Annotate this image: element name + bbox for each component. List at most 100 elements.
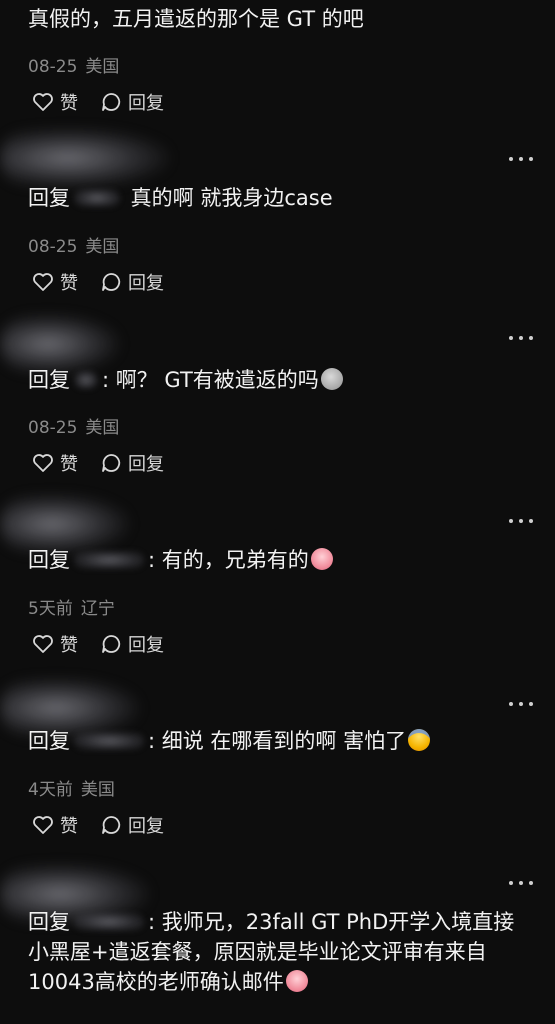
reply-label: 回复	[128, 93, 164, 114]
dot-icon	[519, 519, 523, 523]
comment-meta: 4天前 美国	[28, 775, 115, 800]
comment-6: 回复: 我师兄，23fall GT PhD开学入境直接小黑屋+遣返套餐，原因就是…	[0, 844, 555, 1024]
reply-label: 回复	[128, 454, 164, 475]
reply-button[interactable]: 回复	[100, 631, 164, 657]
like-label: 赞	[60, 454, 78, 475]
more-options-button[interactable]	[509, 154, 533, 164]
dot-icon	[519, 702, 523, 706]
speech-bubble-icon	[102, 635, 121, 653]
heart-icon	[33, 273, 53, 291]
dot-icon	[529, 519, 533, 523]
comment-text: 回复 真的啊 就我身边case	[28, 183, 515, 213]
dot-icon	[509, 336, 513, 340]
comment-text: 回复 : 啊？ GT有被遣返的吗	[28, 365, 515, 395]
blurred-username	[74, 189, 120, 207]
comment-body: : 有的，兄弟有的	[148, 548, 309, 572]
comment-meta: 5天前 辽宁	[28, 594, 115, 619]
comment-date: 4天前	[28, 780, 73, 800]
comment-text: 回复 : 有的，兄弟有的	[28, 545, 515, 575]
comment-actions: 赞 回复	[32, 812, 164, 838]
comment-date: 5天前	[28, 599, 73, 619]
dot-icon	[519, 157, 523, 161]
more-options-button[interactable]	[509, 878, 533, 888]
sweat-emoji-icon	[320, 368, 343, 390]
speech-bubble-icon	[102, 93, 121, 111]
like-button[interactable]: 赞	[32, 269, 78, 295]
comment-1: 真假的，五月遣返的那个是 GT 的吧 08-25 美国 赞 回复	[0, 0, 555, 120]
dot-icon	[509, 157, 513, 161]
dot-icon	[529, 881, 533, 885]
comment-location: 美国	[80, 780, 115, 800]
comment-4: 回复 : 有的，兄弟有的 5天前 辽宁 赞 回复	[0, 482, 555, 664]
comment-actions: 赞 回复	[32, 89, 164, 115]
like-button[interactable]: 赞	[32, 89, 78, 115]
blurred-username	[74, 732, 144, 750]
screaming-emoji-icon	[408, 729, 431, 751]
dot-icon	[509, 519, 513, 523]
comment-body: : 细说 在哪看到的啊 害怕了	[148, 729, 407, 753]
reply-prefix: 回复	[28, 910, 70, 934]
heart-icon	[33, 635, 53, 653]
comment-2: 回复 真的啊 就我身边case 08-25 美国 赞 回复	[0, 120, 555, 302]
crying-emoji-icon	[285, 970, 308, 992]
dot-icon	[529, 702, 533, 706]
comment-meta: 08-25 美国	[28, 232, 119, 257]
more-options-button[interactable]	[509, 333, 533, 343]
comment-meta: 08-25 美国	[28, 413, 119, 438]
comment-5: 回复 : 细说 在哪看到的啊 害怕了 4天前 美国 赞 回复	[0, 664, 555, 844]
blurred-avatar	[0, 128, 170, 188]
comment-location: 美国	[85, 237, 120, 257]
comment-date: 08-25	[28, 418, 78, 438]
like-label: 赞	[60, 635, 78, 656]
reply-button[interactable]: 回复	[100, 269, 164, 295]
dot-icon	[509, 702, 513, 706]
comment-date: 08-25	[28, 57, 78, 77]
like-button[interactable]: 赞	[32, 450, 78, 476]
reply-button[interactable]: 回复	[100, 450, 164, 476]
reply-prefix: 回复	[28, 548, 70, 572]
comment-thread: 真假的，五月遣返的那个是 GT 的吧 08-25 美国 赞 回复 回复 真的啊 就…	[0, 0, 555, 1024]
like-button[interactable]: 赞	[32, 812, 78, 838]
reply-prefix: 回复	[28, 729, 70, 753]
comment-location: 美国	[85, 57, 120, 77]
reply-prefix: 回复	[28, 186, 70, 210]
like-label: 赞	[60, 273, 78, 294]
comment-actions: 赞 回复	[32, 269, 164, 295]
dot-icon	[519, 881, 523, 885]
crying-emoji-icon	[310, 548, 333, 570]
speech-bubble-icon	[102, 273, 121, 291]
comment-meta: 08-25 美国	[28, 52, 119, 77]
comment-date: 08-25	[28, 237, 78, 257]
dot-icon	[529, 157, 533, 161]
reply-button[interactable]: 回复	[100, 89, 164, 115]
comment-location: 美国	[85, 418, 120, 438]
comment-location: 辽宁	[80, 599, 115, 619]
dot-icon	[509, 881, 513, 885]
speech-bubble-icon	[102, 454, 121, 472]
blurred-username	[74, 551, 144, 569]
like-label: 赞	[60, 93, 78, 114]
reply-label: 回复	[128, 816, 164, 837]
comment-text: 回复 : 细说 在哪看到的啊 害怕了	[28, 726, 515, 756]
comment-actions: 赞 回复	[32, 631, 164, 657]
comment-text: 真假的，五月遣返的那个是 GT 的吧	[28, 7, 364, 31]
heart-icon	[33, 816, 53, 834]
like-button[interactable]: 赞	[32, 631, 78, 657]
reply-button[interactable]: 回复	[100, 812, 164, 838]
comment-actions: 赞 回复	[32, 450, 164, 476]
heart-icon	[33, 93, 53, 111]
like-label: 赞	[60, 816, 78, 837]
more-options-button[interactable]	[509, 699, 533, 709]
dot-icon	[529, 336, 533, 340]
heart-icon	[33, 454, 53, 472]
blurred-username	[74, 913, 144, 931]
comment-body: : 啊？ GT有被遣返的吗	[102, 368, 319, 392]
comment-body: 真的啊 就我身边case	[124, 186, 333, 210]
blurred-username	[74, 371, 98, 389]
comment-text: 回复: 我师兄，23fall GT PhD开学入境直接小黑屋+遣返套餐，原因就是…	[28, 907, 519, 997]
reply-label: 回复	[128, 273, 164, 294]
reply-label: 回复	[128, 635, 164, 656]
speech-bubble-icon	[102, 816, 121, 834]
reply-prefix: 回复	[28, 368, 70, 392]
more-options-button[interactable]	[509, 516, 533, 526]
